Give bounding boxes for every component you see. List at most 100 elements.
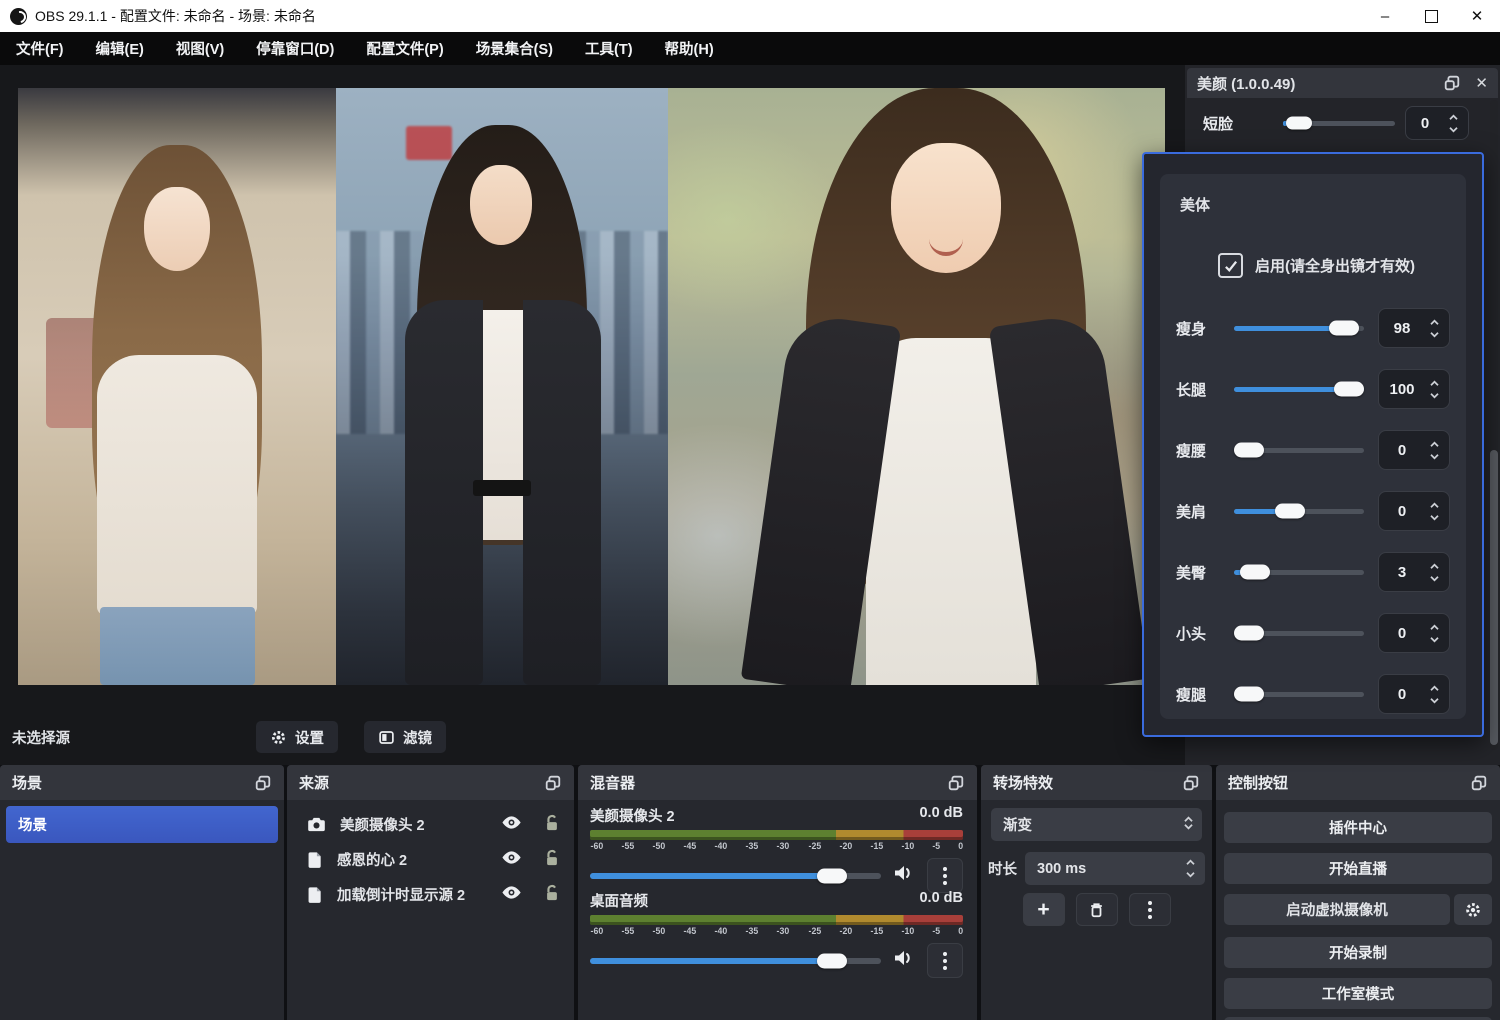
meter-tick: -20	[839, 841, 852, 852]
slim-body-value[interactable]: 98	[1378, 308, 1450, 348]
beauty-panel-scrollbar[interactable]	[1490, 100, 1498, 750]
short-face-value[interactable]: 0	[1405, 106, 1469, 140]
popout-icon[interactable]	[544, 774, 562, 792]
lock-icon[interactable]	[544, 849, 560, 871]
popout-icon[interactable]	[254, 774, 272, 792]
person-figure	[377, 125, 627, 685]
close-button[interactable]: ✕	[1454, 0, 1500, 32]
popout-icon[interactable]	[947, 774, 965, 792]
menu-docks[interactable]: 停靠窗口(D)	[240, 32, 350, 65]
popout-icon[interactable]	[1443, 74, 1461, 92]
source-toolbar: 未选择源 设置 滤镜	[0, 713, 1165, 761]
minimize-button[interactable]: –	[1362, 0, 1408, 32]
menu-edit[interactable]: 编辑(E)	[80, 32, 160, 65]
small-head-slider[interactable]	[1234, 631, 1364, 636]
enable-label[interactable]: 启用(请全身出镜才有效)	[1255, 255, 1415, 276]
slim-waist-slider[interactable]	[1234, 448, 1364, 453]
slim-legs-row: 瘦腿 0	[1176, 674, 1450, 714]
remove-transition-button[interactable]	[1076, 893, 1118, 926]
start-streaming-button[interactable]: 开始直播	[1224, 853, 1492, 884]
hips-value[interactable]: 3	[1378, 552, 1450, 592]
virtual-camera-config-button[interactable]	[1454, 894, 1492, 925]
speaker-icon[interactable]	[893, 864, 915, 887]
small-head-value[interactable]: 0	[1378, 613, 1450, 653]
source-row-media-2[interactable]: 加载倒计时显示源 2	[287, 878, 574, 911]
meter-tick: -50	[653, 926, 666, 937]
meter-tick: -45	[684, 926, 697, 937]
studio-mode-button[interactable]: 工作室模式	[1224, 978, 1492, 1009]
spinner-icons[interactable]	[1425, 563, 1443, 582]
volume-slider-camera[interactable]	[590, 873, 881, 879]
spinner-icons[interactable]	[1181, 859, 1199, 878]
popout-icon[interactable]	[1182, 774, 1200, 792]
slim-body-slider[interactable]	[1234, 326, 1364, 331]
scene-item-selected[interactable]: 场景	[6, 806, 278, 843]
transition-menu-button[interactable]	[1129, 893, 1171, 926]
shoulders-value[interactable]: 0	[1378, 491, 1450, 531]
slim-body-label: 瘦身	[1176, 318, 1220, 339]
menu-file[interactable]: 文件(F)	[0, 32, 80, 65]
spinner-icons[interactable]	[1425, 624, 1443, 643]
source-row-camera[interactable]: 美颜摄像头 2	[287, 808, 574, 841]
menu-scene-collection[interactable]: 场景集合(S)	[460, 32, 569, 65]
channel-menu-button[interactable]	[927, 943, 963, 978]
start-virtual-camera-button[interactable]: 启动虚拟摄像机	[1224, 894, 1450, 925]
menu-tools[interactable]: 工具(T)	[569, 32, 649, 65]
source-label: 感恩的心 2	[337, 849, 407, 870]
menubar: 文件(F) 编辑(E) 视图(V) 停靠窗口(D) 配置文件(P) 场景集合(S…	[0, 32, 1500, 65]
controls-header: 控制按钮	[1216, 765, 1500, 800]
visibility-eye-icon[interactable]	[501, 885, 522, 904]
transition-select[interactable]: 渐变	[991, 808, 1202, 841]
spinner-icons[interactable]	[1425, 319, 1443, 338]
spinner-icons[interactable]	[1425, 380, 1443, 399]
menu-help[interactable]: 帮助(H)	[649, 32, 730, 65]
meter-tick: -50	[653, 841, 666, 852]
spinner-icons[interactable]	[1425, 685, 1443, 704]
visibility-eye-icon[interactable]	[501, 815, 522, 834]
source-settings-button[interactable]: 设置	[256, 721, 338, 753]
spinner-icons[interactable]	[1425, 502, 1443, 521]
speaker-icon[interactable]	[893, 949, 915, 972]
duration-row: 时长 300 ms	[988, 852, 1205, 885]
close-icon[interactable]: ✕	[1475, 76, 1488, 91]
transition-actions: +	[981, 893, 1212, 926]
obs-logo-icon	[10, 8, 27, 25]
enable-checkbox[interactable]	[1218, 253, 1243, 278]
preview-canvas[interactable]	[18, 88, 1165, 685]
lock-icon[interactable]	[544, 884, 560, 906]
plugin-center-button[interactable]: 插件中心	[1224, 812, 1492, 843]
source-label: 加载倒计时显示源 2	[337, 884, 465, 905]
short-face-slider[interactable]	[1283, 121, 1395, 126]
hips-slider[interactable]	[1234, 570, 1364, 575]
long-legs-slider[interactable]	[1234, 387, 1364, 392]
popout-icon[interactable]	[1470, 774, 1488, 792]
duration-spinbox[interactable]: 300 ms	[1025, 852, 1205, 885]
meter-tick: -10	[901, 841, 914, 852]
person-figure	[62, 145, 292, 685]
long-legs-value[interactable]: 100	[1378, 369, 1450, 409]
maximize-button[interactable]	[1408, 0, 1454, 32]
spinner-icons[interactable]	[1425, 441, 1443, 460]
spinner-icons[interactable]	[1444, 114, 1462, 133]
channel-menu-button[interactable]	[927, 858, 963, 893]
slim-legs-slider[interactable]	[1234, 692, 1364, 697]
shoulders-slider[interactable]	[1234, 509, 1364, 514]
shoulders-label: 美肩	[1176, 501, 1220, 522]
beauty-dock-header: 美颜 (1.0.0.49) ✕	[1187, 68, 1498, 98]
source-filters-button[interactable]: 滤镜	[364, 721, 446, 753]
start-recording-button[interactable]: 开始录制	[1224, 937, 1492, 968]
transitions-header: 转场特效	[981, 765, 1212, 800]
volume-slider-desktop[interactable]	[590, 958, 881, 964]
slim-waist-value[interactable]: 0	[1378, 430, 1450, 470]
scrollbar-thumb[interactable]	[1490, 450, 1498, 745]
source-row-media-1[interactable]: 感恩的心 2	[287, 843, 574, 876]
visibility-eye-icon[interactable]	[501, 850, 522, 869]
hips-label: 美臀	[1176, 562, 1220, 583]
lock-icon[interactable]	[544, 814, 560, 836]
camera-icon	[307, 816, 326, 833]
slim-legs-label: 瘦腿	[1176, 684, 1220, 705]
menu-profile[interactable]: 配置文件(P)	[350, 32, 459, 65]
slim-legs-value[interactable]: 0	[1378, 674, 1450, 714]
menu-view[interactable]: 视图(V)	[160, 32, 240, 65]
add-transition-button[interactable]: +	[1023, 893, 1065, 926]
